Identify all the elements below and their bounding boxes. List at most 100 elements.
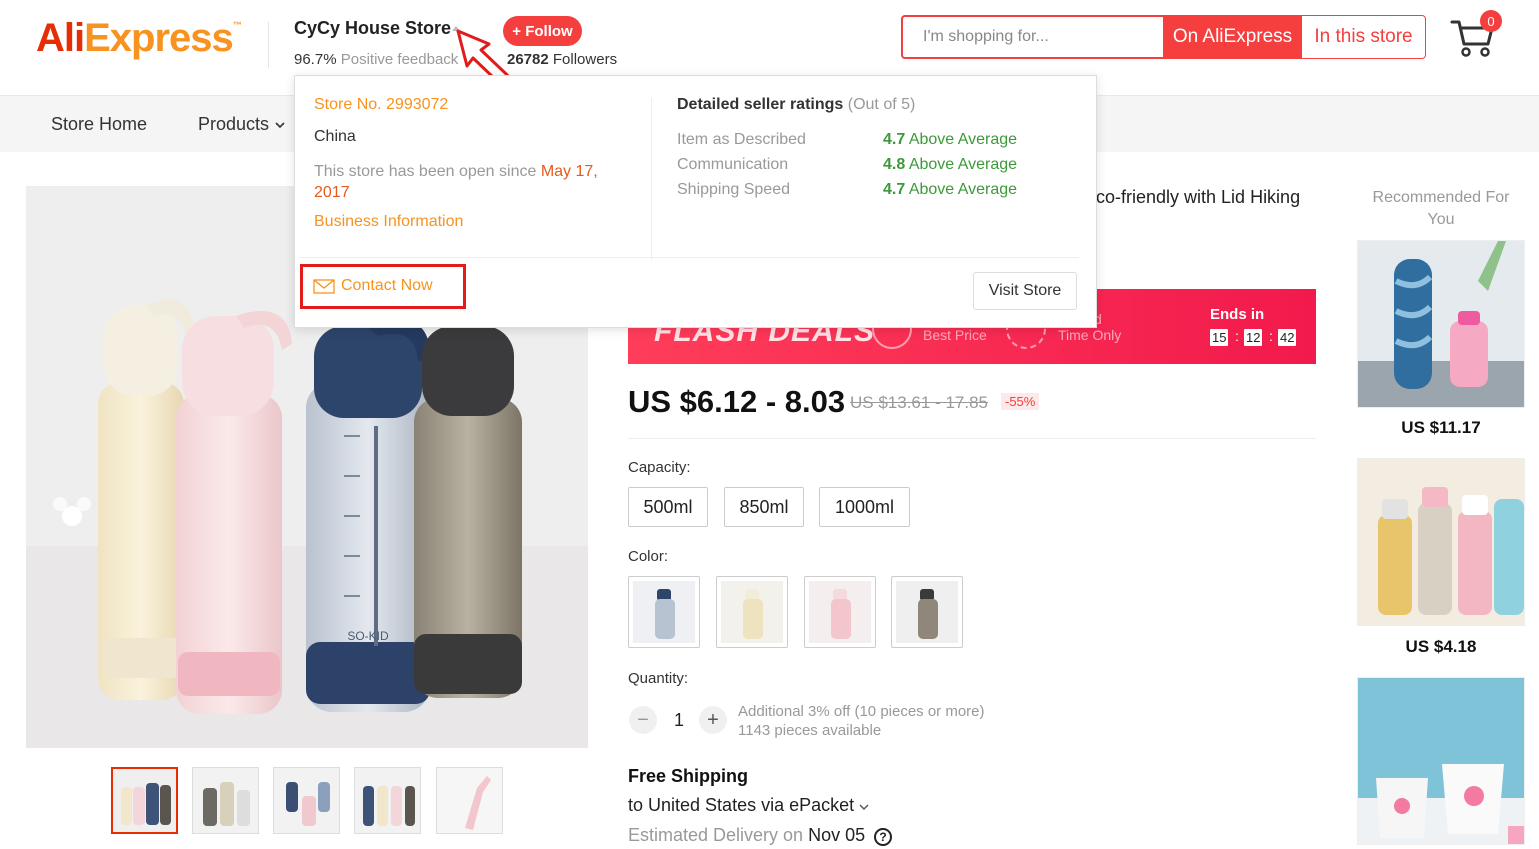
navy-bottle-swatch	[633, 581, 695, 643]
search-store-button[interactable]: In this store	[1302, 15, 1426, 59]
store-open-since: This store has been open since May 17, 2…	[314, 161, 634, 203]
capacity-option-850ml[interactable]: 850ml	[724, 487, 804, 527]
nav-products[interactable]: Products	[198, 114, 286, 135]
thumbnail-1[interactable]	[111, 767, 178, 834]
rating-label-shipping-speed: Shipping Speed	[677, 181, 790, 198]
capacity-label: Capacity:	[628, 459, 691, 476]
capacity-option-1000ml[interactable]: 1000ml	[819, 487, 910, 527]
countdown-seconds: 42	[1278, 329, 1297, 346]
best-price-label: Best Price	[923, 327, 987, 343]
shipping-destination[interactable]: to United States via ePacket	[628, 795, 869, 816]
aliexpress-logo[interactable]: AliExpress™	[36, 16, 242, 61]
dark-bottle-swatch	[896, 581, 958, 643]
rating-score: 4.7	[883, 131, 906, 148]
rating-communication: 4.8 Above Average	[883, 156, 1017, 174]
recommended-item-price[interactable]: US $11.17	[1357, 418, 1525, 438]
visit-store-button[interactable]: Visit Store	[973, 272, 1077, 310]
rating-label-communication: Communication	[677, 156, 789, 173]
color-option-navy[interactable]	[628, 576, 700, 648]
rating-label-item-described: Item as Described	[677, 131, 806, 148]
ratings-scale: (Out of 5)	[847, 96, 916, 113]
header-divider	[268, 22, 269, 68]
quantity-increase-button[interactable]: +	[699, 706, 727, 734]
recommended-item-image[interactable]	[1357, 458, 1525, 626]
quantity-note: Additional 3% off (10 pieces or more) 11…	[738, 702, 985, 740]
open-since-date: May 17,	[540, 163, 598, 180]
rating-level: Above Average	[908, 131, 1018, 148]
chevron-down-icon	[859, 804, 869, 810]
thumbnail-3[interactable]	[273, 767, 340, 834]
recommended-bottle-image	[1358, 459, 1524, 625]
color-option-pink[interactable]	[804, 576, 876, 648]
help-icon[interactable]: ?	[874, 828, 892, 846]
recommended-item-price[interactable]: US $4.18	[1357, 637, 1525, 657]
popup-divider	[651, 98, 652, 260]
search-input[interactable]: I'm shopping for...	[901, 15, 1163, 59]
store-name[interactable]: CyCy House Store	[294, 18, 451, 39]
ends-in-label: Ends in	[1210, 306, 1265, 323]
rating-score: 4.7	[883, 181, 906, 198]
color-option-dark[interactable]	[891, 576, 963, 648]
followers-label: Followers	[552, 51, 618, 68]
thumbnail-image	[113, 769, 176, 832]
logo-text-ali: Ali	[36, 16, 85, 60]
time-only-label: Time Only	[1058, 327, 1122, 343]
contact-now-button[interactable]: Contact Now	[313, 277, 433, 295]
capacity-option-500ml[interactable]: 500ml	[628, 487, 708, 527]
bottle-brand-text: SO-KID	[347, 629, 389, 643]
product-title: co-friendly with Lid Hiking	[1096, 187, 1301, 207]
quantity-value[interactable]: 1	[674, 710, 684, 731]
estimated-delivery: Estimated Delivery on Nov 05	[628, 825, 865, 846]
thumbnail-2[interactable]	[192, 767, 259, 834]
thumbnail-image	[355, 768, 420, 833]
open-since-year: 2017	[314, 184, 350, 201]
search-aliexpress-button[interactable]: On AliExpress	[1163, 15, 1302, 59]
recommended-item-image[interactable]	[1357, 677, 1525, 845]
recommended-title: Recommended For You	[1372, 189, 1510, 228]
color-option-yellow[interactable]	[716, 576, 788, 648]
pink-bottle-swatch	[809, 581, 871, 643]
thumbnail-4[interactable]	[354, 767, 421, 834]
countdown-colon: :	[1235, 328, 1239, 344]
rating-level: Above Average	[908, 181, 1018, 198]
popup-divider	[299, 257, 1079, 258]
ratings-title: Detailed seller ratings	[677, 96, 844, 113]
shipping-destination-label: to United States via ePacket	[628, 795, 855, 815]
estimated-delivery-date: Nov 05	[808, 825, 866, 845]
feedback-label: Positive feedback	[340, 51, 459, 68]
shipping-title: Free Shipping	[628, 766, 749, 786]
discount-badge: -55%	[1001, 393, 1040, 410]
store-country: China	[314, 128, 356, 145]
contact-now-label: Contact Now	[341, 277, 433, 294]
color-label: Color:	[628, 548, 669, 565]
rating-score: 4.8	[883, 156, 906, 173]
open-since-label: This store has been open since	[314, 163, 537, 180]
business-information-link[interactable]: Business Information	[314, 213, 463, 231]
countdown-hours: 15	[1210, 329, 1229, 346]
logo-text-express: Express	[84, 16, 234, 60]
rating-shipping-speed: 4.7 Above Average	[883, 181, 1017, 199]
pieces-available: 1143 pieces available	[738, 722, 882, 739]
recommended-item-image[interactable]	[1357, 240, 1525, 408]
store-number: Store No. 2993072	[314, 96, 449, 113]
product-price: US $6.12 - 8.03	[628, 384, 846, 419]
cart-count-badge: 0	[1480, 10, 1502, 32]
thumbnail-image	[193, 768, 258, 833]
recommended-bottle-image	[1358, 241, 1524, 407]
nav-products-label: Products	[198, 114, 270, 134]
logo-trademark: ™	[232, 20, 242, 30]
store-info-popup: Store No. 2993072 China This store has b…	[294, 75, 1097, 328]
original-price: US $13.61 - 17.85	[850, 393, 988, 412]
thumbnail-5[interactable]	[436, 767, 503, 834]
rating-level: Above Average	[908, 156, 1018, 173]
rating-item-described: 4.7 Above Average	[883, 131, 1017, 149]
thumbnail-image	[274, 768, 339, 833]
quantity-decrease-button[interactable]: −	[629, 706, 657, 734]
countdown-minutes: 12	[1244, 329, 1263, 346]
feedback-percent: 96.7%	[294, 51, 337, 68]
nav-store-home[interactable]: Store Home	[51, 114, 147, 135]
recommended-mug-image	[1358, 678, 1524, 844]
quantity-label: Quantity:	[628, 670, 689, 687]
store-feedback: 96.7% Positive feedback	[294, 51, 458, 68]
bulk-discount-note: Additional 3% off (10 pieces or more)	[738, 703, 985, 720]
